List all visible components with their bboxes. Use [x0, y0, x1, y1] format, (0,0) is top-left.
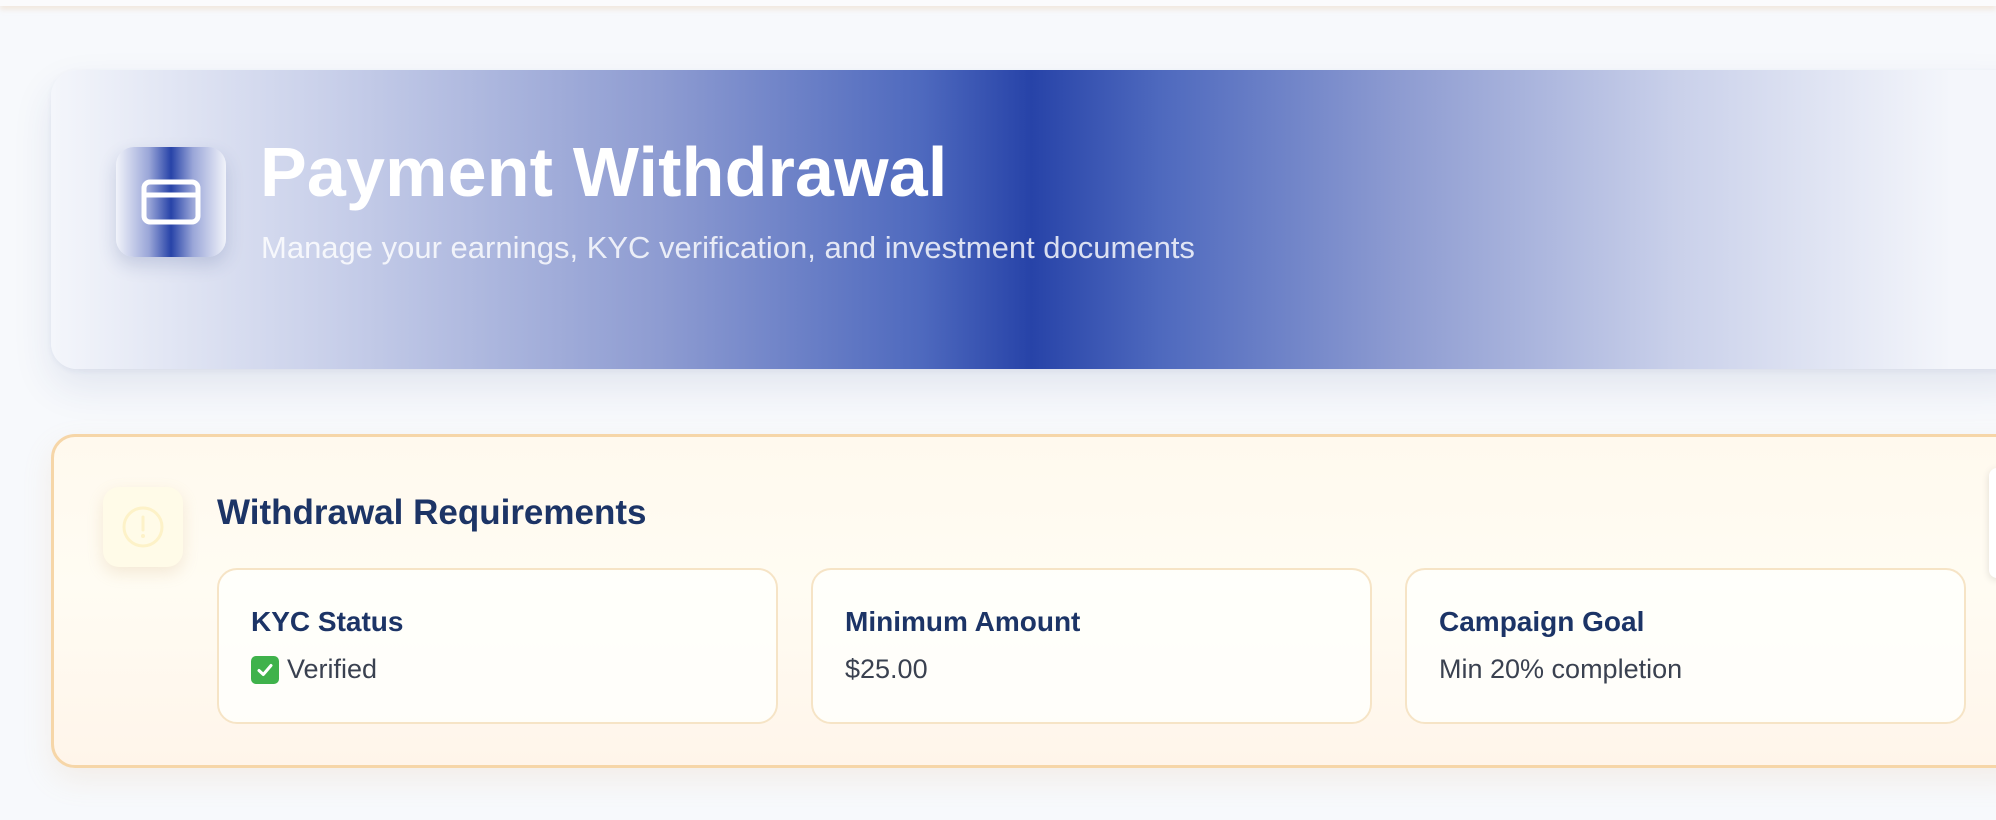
campaign-goal-label: Campaign Goal: [1439, 606, 1645, 637]
side-panel-handle[interactable]: [1989, 468, 1996, 578]
kyc-status-card: KYC Status Verified: [217, 568, 778, 724]
requirements-title: Withdrawal Requirements: [217, 493, 647, 532]
kyc-status-label: KYC Status: [251, 606, 404, 637]
campaign-goal-card: Campaign Goal Min 20% completion: [1405, 568, 1966, 724]
page-title: Payment Withdrawal: [260, 133, 948, 211]
minimum-amount-card: Minimum Amount $25.00: [811, 568, 1372, 724]
minimum-amount-value: $25.00: [845, 654, 928, 684]
info-circle-icon: [103, 487, 183, 567]
kyc-status-value-row: Verified: [251, 654, 377, 685]
page-subtitle: Manage your earnings, KYC verification, …: [261, 230, 1195, 265]
page-header-banner: Payment Withdrawal Manage your earnings,…: [51, 70, 1996, 369]
credit-card-icon: [116, 147, 226, 257]
campaign-goal-value: Min 20% completion: [1439, 654, 1683, 684]
check-box-icon: [251, 655, 279, 684]
kyc-status-value: Verified: [287, 654, 378, 684]
withdrawal-requirements-panel: Withdrawal Requirements KYC Status Verif…: [51, 434, 1996, 768]
top-nav-edge: [0, 0, 1996, 6]
minimum-amount-label: Minimum Amount: [845, 606, 1081, 637]
